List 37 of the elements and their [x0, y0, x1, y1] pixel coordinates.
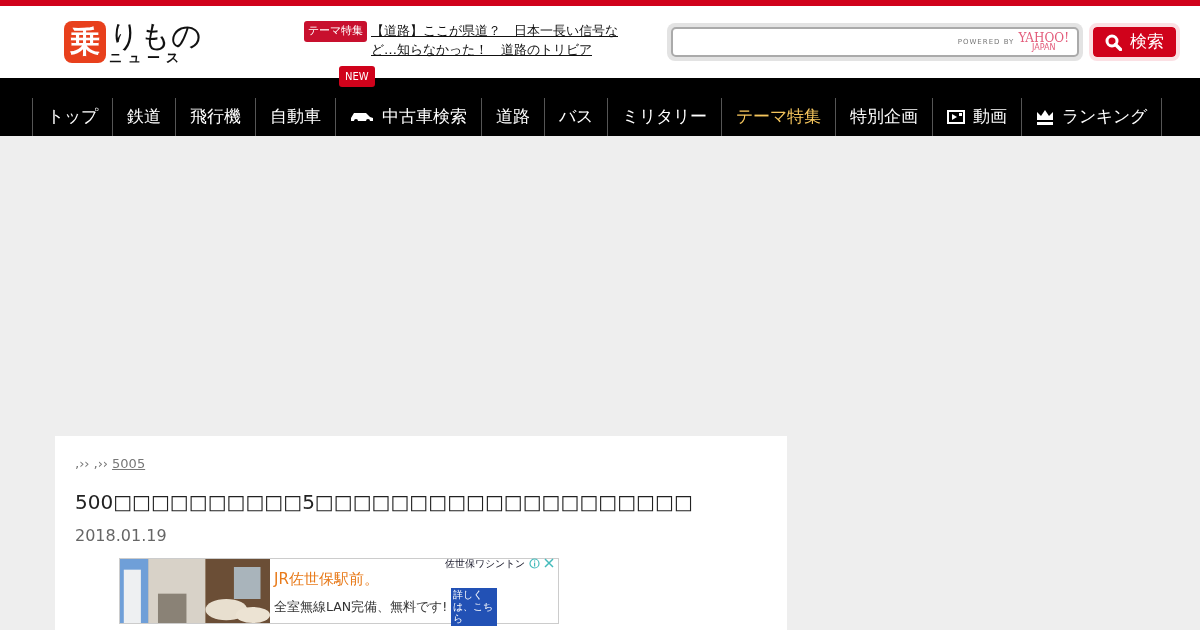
nav-tab[interactable]: トップ: [32, 98, 112, 136]
yahoo-subtitle: JAPAN: [1030, 43, 1057, 52]
breadcrumb-separator: ‚››: [75, 455, 90, 473]
category-tag: テーマ特集: [304, 21, 367, 42]
search-button[interactable]: 検索: [1089, 23, 1180, 61]
new-badge: NEW: [339, 66, 375, 87]
logo-mark: 乗: [64, 21, 106, 63]
nav-tab[interactable]: バス: [544, 98, 607, 136]
ad-text: 全室無線LAN完備、無料です!: [274, 598, 448, 615]
breadcrumb-link[interactable]: 5005: [112, 454, 174, 474]
close-icon: [544, 558, 554, 568]
nav-tab[interactable]: ミリタリー: [607, 98, 721, 136]
search-icon: [1105, 33, 1122, 51]
logo-subtitle: ニュース: [109, 50, 186, 64]
video-icon: [947, 110, 965, 124]
yahoo-logo: YAHOO!: [1018, 32, 1069, 44]
nav-tab[interactable]: 自動車: [255, 98, 335, 136]
nav-tab[interactable]: テーマ特集: [721, 98, 835, 136]
ad-banner[interactable]: 佐世保ワシントン JR佐世保駅前。 全室無線LAN完備、無料です! 詳しくは、こちら: [119, 557, 559, 624]
info-icon: [529, 557, 540, 569]
article-date: 2018.01.19: [75, 524, 168, 547]
nav-tab[interactable]: ランキング: [1021, 98, 1162, 136]
logo-text: りもの: [109, 20, 202, 51]
nav-tab[interactable]: 特別企画: [835, 98, 932, 136]
nav-tab[interactable]: 中古車検索: [335, 98, 481, 136]
crown-icon: [1036, 109, 1054, 125]
nav-tab[interactable]: 飛行機: [175, 98, 255, 136]
article-title: 500□□□□□□□□□□5□□□□□□□□□□□□□□□□□□□□: [75, 488, 693, 516]
nav-tab[interactable]: 動画: [932, 98, 1021, 136]
ad-headline: JR佐世保駅前。: [274, 570, 380, 588]
car-icon: [350, 111, 374, 123]
breadcrumb-separator: ‚››: [93, 455, 109, 473]
ad-more-button[interactable]: 詳しくは、こちら: [451, 587, 498, 626]
nav-tab[interactable]: 鉄道: [112, 98, 175, 136]
nav-tab[interactable]: 道路: [481, 98, 544, 136]
headline-link[interactable]: 【道路】ここが県道？ 日本一長い信号など…知らなかった！ 道路のトリビア: [371, 21, 625, 59]
ad-brand: 佐世保ワシントン: [445, 556, 525, 571]
